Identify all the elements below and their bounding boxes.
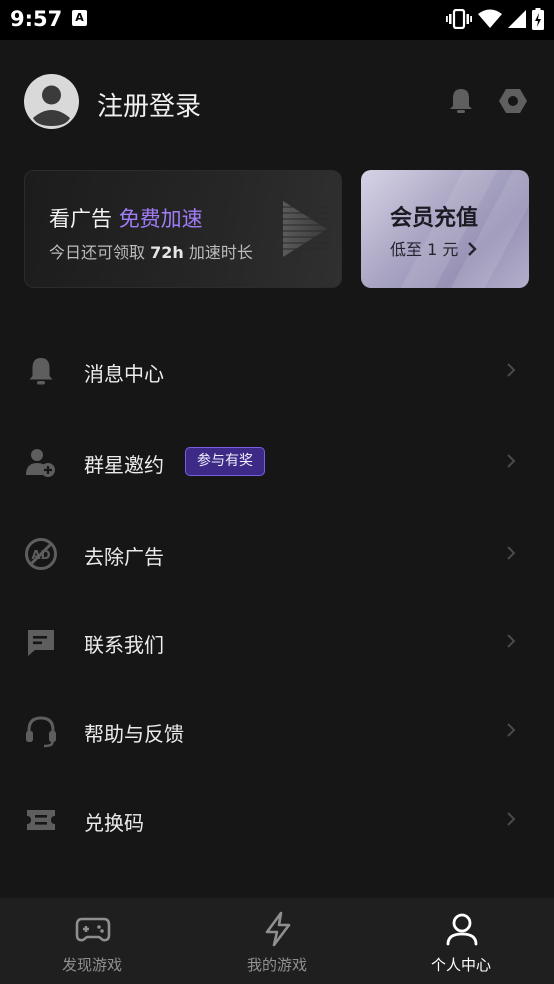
menu-label: 兑换码: [84, 811, 144, 835]
chevron-right-icon: [507, 454, 516, 468]
bell-icon[interactable]: [446, 86, 476, 116]
ad-sub-prefix: 今日还可领取: [49, 243, 146, 262]
ad-sub-suffix: 加速时长: [188, 243, 253, 262]
bottom-nav: 发现游戏 我的游戏 个人中心: [0, 898, 554, 984]
headset-icon: [26, 716, 56, 748]
chevron-right-icon: [507, 812, 516, 826]
tab-label: 个人中心: [430, 956, 491, 974]
ad-banner-subtitle: 今日还可领取 72h 加速时长: [49, 239, 253, 263]
vip-subtitle-text: 低至 1 元: [390, 240, 459, 259]
menu-label: 帮助与反馈: [84, 722, 184, 746]
status-bar: 9:57 A: [0, 0, 554, 40]
menu-item-message-center[interactable]: 消息中心: [0, 337, 554, 403]
battery-icon: [532, 8, 544, 30]
ticket-icon: [27, 810, 55, 830]
lightning-icon: [265, 911, 291, 947]
status-icons: [446, 8, 544, 30]
menu-label: 去除广告: [84, 545, 164, 569]
avatar-person-icon: [33, 85, 70, 126]
menu-label: 群星邀约: [84, 453, 164, 477]
chevron-right-icon: [468, 242, 478, 256]
vip-recharge-card[interactable]: 会员充值 低至 1 元: [361, 170, 529, 288]
tab-personal-center[interactable]: 个人中心: [369, 898, 553, 984]
wifi-icon: [478, 9, 502, 28]
bell-icon: [29, 358, 53, 385]
vip-title: 会员充值: [390, 206, 479, 231]
menu-item-remove-ads[interactable]: AD 去除广告: [0, 520, 554, 586]
menu-item-star-invite[interactable]: 群星邀约 参与有奖: [0, 428, 554, 494]
tab-my-games[interactable]: 我的游戏: [185, 898, 369, 984]
add-user-icon: [26, 449, 55, 477]
chevron-right-icon: [507, 546, 516, 560]
status-time: 9:57: [10, 7, 63, 31]
ad-title-text: 看广告: [49, 207, 112, 231]
vibrate-icon: [446, 9, 472, 29]
menu-item-help-feedback[interactable]: 帮助与反馈: [0, 697, 554, 763]
tab-discover-games[interactable]: 发现游戏: [0, 898, 184, 984]
menu-item-redeem-code[interactable]: 兑换码: [0, 786, 554, 852]
chevron-right-icon: [507, 363, 516, 377]
ad-banner-title: 看广告 免费加速: [49, 203, 203, 233]
signal-icon: [508, 10, 526, 28]
person-icon: [446, 913, 478, 946]
chevron-right-icon: [507, 634, 516, 648]
reward-badge: 参与有奖: [185, 447, 265, 476]
tab-label: 发现游戏: [61, 956, 122, 974]
login-register-link[interactable]: 注册登录: [97, 86, 201, 123]
avatar[interactable]: [24, 74, 79, 129]
ad-title-highlight: 免费加速: [118, 207, 203, 231]
menu-label: 消息中心: [84, 362, 164, 386]
gamepad-icon: [75, 917, 111, 942]
vip-subtitle: 低至 1 元: [390, 236, 478, 260]
menu-label: 联系我们: [84, 633, 164, 657]
app-notification-icon: A: [72, 10, 87, 26]
menu-item-contact-us[interactable]: 联系我们: [0, 608, 554, 674]
no-ads-icon: AD: [25, 538, 57, 570]
watch-ad-banner[interactable]: 看广告 免费加速 今日还可领取 72h 加速时长: [24, 170, 342, 288]
chevron-right-icon: [507, 723, 516, 737]
play-icon: [281, 201, 329, 257]
ad-sub-hours: 72h: [150, 243, 184, 262]
settings-icon[interactable]: [498, 86, 528, 116]
chat-icon: [28, 630, 54, 656]
tab-label: 我的游戏: [246, 956, 307, 974]
